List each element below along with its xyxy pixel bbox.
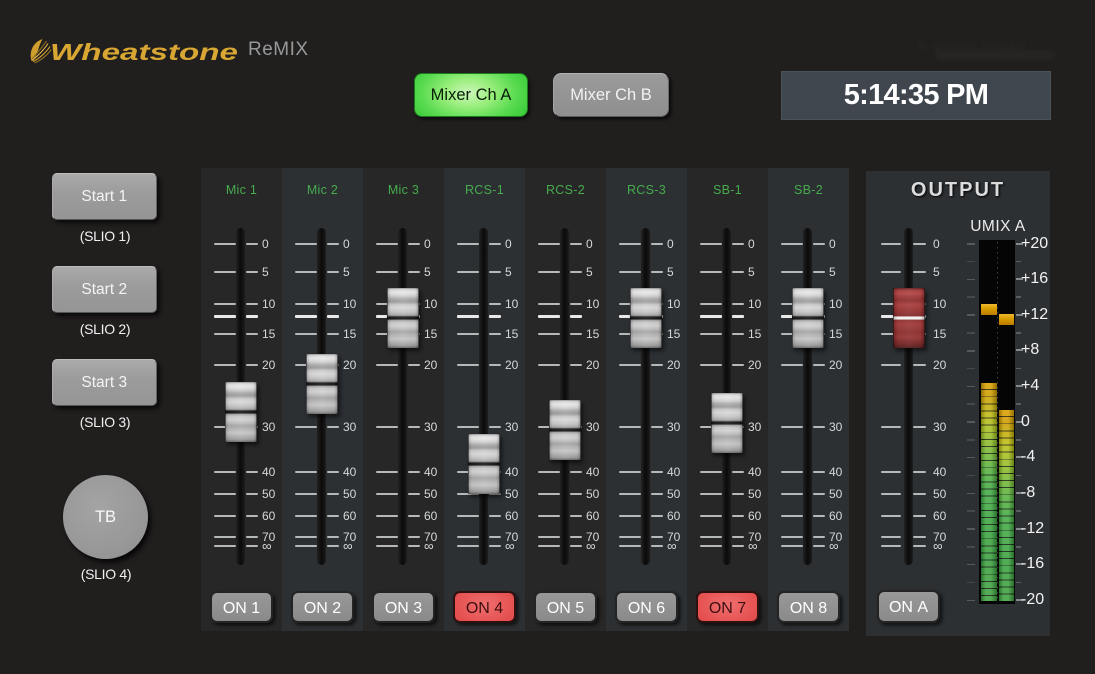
svg-text:Wheatstone: Wheatstone [50,39,238,65]
